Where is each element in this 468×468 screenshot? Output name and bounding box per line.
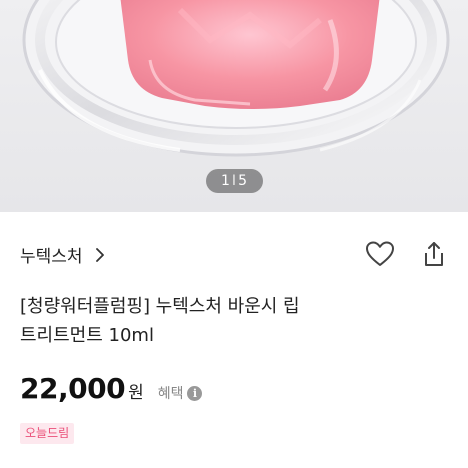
- pager-separator: I: [231, 173, 238, 189]
- wishlist-button[interactable]: [364, 238, 396, 270]
- product-image-carousel[interactable]: 1I5: [0, 0, 468, 212]
- brand-row: 누텍스처: [0, 232, 468, 276]
- heart-icon: [366, 241, 394, 266]
- price-row: 22,000 원 혜택 i: [20, 372, 203, 405]
- benefit-label: 혜택: [157, 386, 184, 402]
- product-title-line2: 트리트먼트 10ml: [20, 325, 154, 346]
- info-icon: i: [187, 385, 203, 401]
- image-pager: 1I5: [206, 169, 263, 193]
- currency-label: 원: [128, 383, 144, 403]
- brand-name: 누텍스처: [20, 247, 83, 267]
- pager-total: 5: [238, 173, 248, 189]
- product-title-line1: [청량워터플럼핑] 누텍스처 바운시 립: [20, 296, 300, 317]
- product-title: [청량워터플럼핑] 누텍스처 바운시 립 트리트먼트 10ml: [20, 292, 450, 350]
- brand-link[interactable]: 누텍스처: [20, 242, 109, 267]
- share-icon: [425, 242, 443, 266]
- delivery-badge: 오늘드림: [20, 423, 75, 444]
- share-button[interactable]: [418, 238, 450, 270]
- benefit-button[interactable]: 혜택 i: [158, 383, 203, 403]
- chevron-right-icon: [95, 247, 104, 262]
- product-price: 22,000: [20, 372, 126, 405]
- pager-current: 1: [221, 173, 231, 189]
